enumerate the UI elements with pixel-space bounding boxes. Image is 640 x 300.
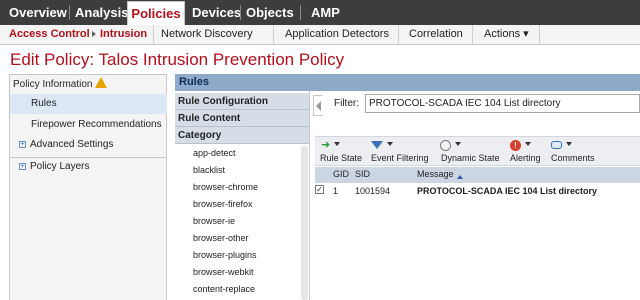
category-item[interactable]: browser-webkit: [193, 267, 254, 277]
chevron-down-icon: [387, 142, 393, 146]
sidebar-item-label: Advanced Settings: [30, 139, 114, 150]
subnav-application-detectors[interactable]: Application Detectors: [285, 25, 389, 44]
funnel-icon: [371, 141, 383, 149]
rules-toolbar: ➜ Rule State Event Filtering Dynamic Sta…: [315, 136, 640, 166]
section-rule-content[interactable]: Rule Content: [175, 110, 309, 127]
subnav-access-control[interactable]: Access Control: [9, 25, 90, 44]
sidebar-item-policy-layers[interactable]: + Policy Layers: [10, 157, 167, 177]
subnav-separator: [472, 25, 473, 45]
top-navigation: Overview Analysis Policies Devices Objec…: [0, 0, 640, 25]
row-sid: 1001594: [355, 186, 391, 196]
subnav-network-discovery[interactable]: Network Discovery: [161, 25, 253, 44]
rules-table-header: GID SID Message: [315, 167, 640, 183]
nav-separator: [300, 5, 301, 20]
subnav-correlation[interactable]: Correlation: [409, 25, 463, 44]
sub-navigation: Access Control Intrusion Network Discove…: [0, 25, 640, 45]
clock-icon: [440, 140, 451, 151]
subnav-separator: [153, 25, 154, 45]
column-gid[interactable]: GID: [333, 169, 349, 179]
rules-header: Rules: [175, 74, 640, 91]
rule-category-panel: Rule Configuration Rule Content Category…: [175, 91, 310, 300]
nav-separator: [69, 5, 70, 20]
category-scrollbar[interactable]: [301, 146, 308, 300]
tab-amp[interactable]: AMP: [311, 0, 340, 25]
subnav-separator: [539, 25, 540, 45]
nav-separator: [240, 5, 241, 20]
filter-input[interactable]: [365, 94, 640, 113]
column-message-label: Message: [417, 169, 454, 179]
sidebar-item-label: Rules: [31, 98, 57, 109]
rule-state-label: Rule State: [320, 153, 363, 163]
expand-icon[interactable]: +: [19, 141, 26, 148]
tab-devices[interactable]: Devices: [192, 0, 241, 25]
sidebar-item-label: Policy Information: [13, 79, 93, 90]
tab-policies[interactable]: Policies: [127, 1, 185, 25]
dynamic-state-label: Dynamic State: [441, 153, 500, 163]
row-message: PROTOCOL-SCADA IEC 104 List directory: [417, 186, 598, 196]
breadcrumb-arrow-icon: [92, 31, 96, 37]
tab-overview[interactable]: Overview: [9, 0, 67, 25]
alerting-label: Alerting: [510, 153, 541, 163]
page-title: Edit Policy: Talos Intrusion Prevention …: [10, 50, 345, 69]
sidebar-item-advanced-settings[interactable]: + Advanced Settings: [10, 135, 167, 155]
chevron-down-icon: [334, 142, 340, 146]
sort-ascending-icon: [456, 175, 463, 179]
collapse-panel-handle[interactable]: [313, 95, 323, 116]
event-filtering-label: Event Filtering: [371, 153, 429, 163]
subnav-actions-menu[interactable]: Actions ▾: [484, 25, 529, 44]
column-message[interactable]: Message: [417, 169, 463, 179]
category-item[interactable]: app-detect: [193, 148, 236, 158]
sidebar-item-firepower-recommendations[interactable]: Firepower Recommendations: [10, 115, 167, 135]
arrow-right-icon: ➜: [321, 139, 331, 151]
category-item[interactable]: blacklist: [193, 165, 225, 175]
row-gid: 1: [333, 186, 339, 196]
category-item[interactable]: browser-ie: [193, 216, 235, 226]
chevron-down-icon: [566, 142, 572, 146]
table-row[interactable]: ✓ 1 1001594 PROTOCOL-SCADA IEC 104 List …: [315, 183, 640, 199]
warning-icon: [95, 77, 108, 88]
comments-label: Comments: [551, 153, 595, 163]
filter-label: Filter:: [334, 98, 359, 109]
row-checkbox[interactable]: ✓: [315, 185, 324, 194]
category-item[interactable]: content-replace: [193, 284, 255, 294]
section-rule-configuration[interactable]: Rule Configuration: [175, 93, 309, 110]
sidebar-item-policy-information[interactable]: Policy Information: [10, 75, 167, 95]
sidebar-item-rules[interactable]: Rules: [10, 94, 167, 114]
sidebar-item-label: Policy Layers: [30, 161, 90, 172]
expand-icon[interactable]: +: [19, 163, 26, 170]
subnav-separator: [273, 25, 274, 45]
category-item[interactable]: browser-plugins: [193, 250, 257, 260]
subnav-separator: [398, 25, 399, 45]
tab-objects[interactable]: Objects: [246, 0, 294, 25]
sidebar-item-label: Firepower Recommendations: [31, 119, 162, 130]
column-sid[interactable]: SID: [355, 169, 370, 179]
section-category[interactable]: Category: [175, 127, 309, 144]
subnav-intrusion[interactable]: Intrusion: [100, 25, 147, 44]
tab-analysis[interactable]: Analysis: [75, 0, 128, 25]
chevron-down-icon: [525, 142, 531, 146]
alert-icon: !: [510, 140, 521, 151]
policy-sidebar: Policy Information Rules Firepower Recom…: [9, 74, 167, 300]
category-item[interactable]: browser-other: [193, 233, 249, 243]
category-item[interactable]: browser-chrome: [193, 182, 258, 192]
category-item[interactable]: browser-firefox: [193, 199, 253, 209]
comment-icon: [551, 141, 562, 149]
chevron-down-icon: [455, 142, 461, 146]
